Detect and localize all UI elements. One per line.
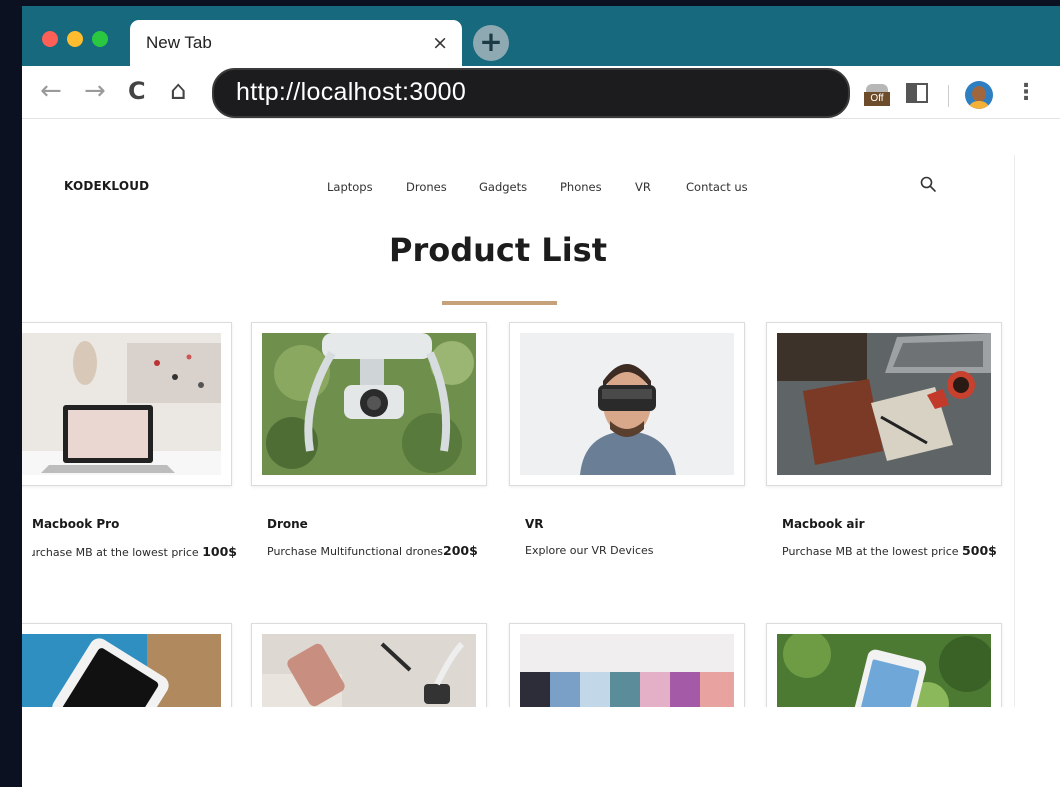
search-icon[interactable] [919, 175, 937, 193]
browser-toolbar: ← → C ⌂ http://localhost:3000 Off ⋮ [22, 66, 1060, 119]
tab-close-icon[interactable]: × [432, 32, 448, 54]
address-bar[interactable]: http://localhost:3000 [212, 68, 850, 118]
phone-cases-image [520, 634, 734, 712]
home-icon[interactable]: ⌂ [170, 76, 187, 106]
nav-gadgets[interactable]: Gadgets [479, 180, 527, 194]
nav-laptops[interactable]: Laptops [327, 180, 373, 194]
avatar-face [972, 86, 986, 102]
reload-icon[interactable]: C [128, 76, 146, 106]
address-bar-url[interactable]: http://localhost:3000 [236, 78, 466, 107]
product-card-macbook-pro[interactable] [22, 322, 232, 486]
product-card-smartphone[interactable] [766, 623, 1002, 713]
tab-title: New Tab [146, 33, 212, 52]
back-icon[interactable]: ← [40, 76, 62, 106]
titlebar: New Tab × + [22, 6, 1060, 66]
extension-off-icon[interactable]: Off [864, 82, 890, 108]
product-name: Drone [267, 517, 308, 531]
product-card-drone[interactable] [251, 322, 487, 486]
product-description: Explore our VR Devices [525, 544, 654, 557]
kebab-menu-icon[interactable]: ⋮ [1015, 80, 1037, 106]
nav-phones[interactable]: Phones [560, 180, 602, 194]
product-card-phone-cases[interactable] [509, 623, 745, 713]
product-price: 200$ [443, 543, 478, 558]
profile-avatar[interactable] [965, 81, 993, 109]
product-price: 500$ [962, 543, 997, 558]
minimize-window-button[interactable] [67, 31, 83, 47]
product-name: Macbook Pro [32, 517, 120, 531]
vr-image [520, 333, 734, 475]
product-card-phone-desk[interactable] [251, 623, 487, 713]
side-panel-icon[interactable] [906, 83, 928, 103]
site-logo[interactable]: KODEKLOUD [64, 179, 149, 193]
avatar-body [968, 101, 990, 109]
drone-image [262, 333, 476, 475]
page-content: KODEKLOUD Laptops Drones Gadgets Phones … [22, 119, 1060, 787]
toolbar-divider [948, 85, 949, 107]
product-card-macbook-air[interactable] [766, 322, 1002, 486]
nav-drones[interactable]: Drones [406, 180, 447, 194]
page-blank-area [22, 707, 1060, 787]
nav-vr[interactable]: VR [635, 180, 651, 194]
product-price: 100$ [202, 544, 237, 559]
smartphone-image [777, 634, 991, 712]
nav-contact-us[interactable]: Contact us [686, 180, 748, 194]
phone-desk-image [262, 634, 476, 712]
close-window-button[interactable] [42, 31, 58, 47]
product-description: Purchase Multifunctional drones200$ [267, 543, 478, 558]
extension-off-label: Off [864, 92, 890, 106]
macbook-pro-image [22, 333, 221, 475]
product-name: VR [525, 517, 544, 531]
forward-icon[interactable]: → [84, 76, 106, 106]
tablet-image [22, 634, 221, 712]
title-underline [442, 301, 557, 305]
product-description: Purchase MB at the lowest price 500$ [782, 543, 997, 558]
page-scroll-edge [1014, 155, 1015, 787]
page-title: Product List [388, 231, 607, 269]
product-description: Purchase MB at the lowest price 100$ [32, 544, 237, 559]
product-card-tablet[interactable] [22, 623, 232, 713]
product-card-vr[interactable] [509, 322, 745, 486]
maximize-window-button[interactable] [92, 31, 108, 47]
product-name: Macbook air [782, 517, 865, 531]
macbook-air-image [777, 333, 991, 475]
browser-tab[interactable]: New Tab × [130, 20, 462, 66]
new-tab-button[interactable]: + [473, 25, 509, 61]
browser-window: New Tab × + ← → C ⌂ http://localhost:300… [22, 6, 1060, 787]
